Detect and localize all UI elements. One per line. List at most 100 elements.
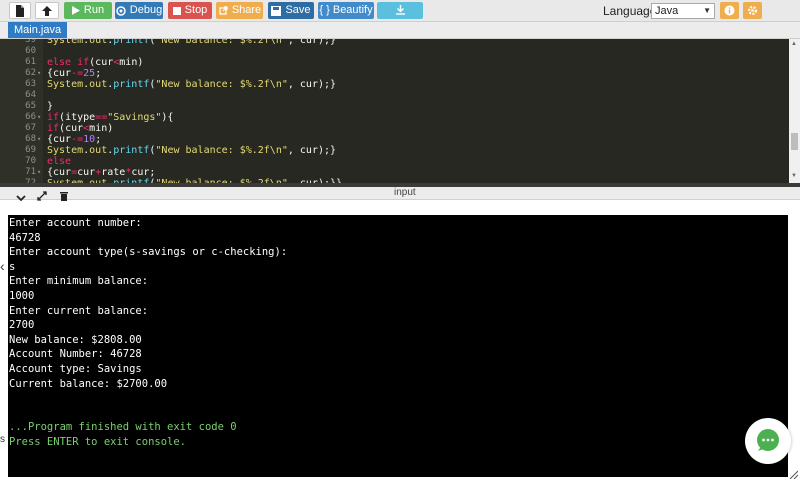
- resize-handle[interactable]: [788, 466, 799, 480]
- line-number: 67: [25, 123, 36, 133]
- output-header: input: [0, 187, 800, 202]
- tab-main-java[interactable]: Main.java: [8, 22, 68, 38]
- input-label: input: [394, 187, 416, 198]
- code-token: "Savings": [107, 112, 162, 123]
- line-number: 62: [25, 68, 36, 78]
- beautify-label: { } Beautify: [319, 4, 373, 16]
- code-text: else: [47, 156, 71, 167]
- console-line: New balance: $2808.00: [9, 333, 142, 346]
- gear-icon: [747, 5, 758, 16]
- language-label: Language: [603, 4, 657, 18]
- tab-label: Main.java: [14, 24, 62, 36]
- code-token: printf: [113, 39, 150, 46]
- chevron-down-icon: ▼: [703, 6, 711, 15]
- code-text: if(itype=="Savings"){: [47, 112, 173, 123]
- code-token: "New balance: $%.2f\n": [155, 39, 288, 46]
- code-line: 59 System.out.printf("New balance: $%.2f\…: [0, 39, 789, 46]
- code-token: else: [47, 156, 72, 167]
- code-token: if: [47, 123, 60, 134]
- code-token: printf: [113, 145, 150, 156]
- code-token: ;: [95, 68, 102, 79]
- chevron-left-icon[interactable]: ‹: [0, 259, 5, 273]
- collapse-icon[interactable]: [16, 189, 26, 207]
- fold-arrow-icon[interactable]: ▾: [37, 112, 41, 123]
- code-token: out: [89, 39, 108, 46]
- code-token: cur;: [131, 167, 156, 178]
- line-number: 70: [25, 156, 36, 166]
- share-icon: [219, 5, 228, 15]
- fold-arrow-icon[interactable]: ▾: [37, 134, 41, 145]
- code-token: }: [47, 101, 54, 112]
- scroll-up-icon[interactable]: ▲: [791, 41, 797, 47]
- console-line: Account type: Savings: [9, 363, 142, 375]
- code-token: out: [89, 145, 108, 156]
- code-text: System.out.printf("New balance: $%.2f\n"…: [47, 39, 336, 46]
- chat-widget-button[interactable]: [745, 418, 791, 464]
- toolbar: Run Debug Stop Share Save { } Beautify L…: [0, 0, 800, 22]
- code-line: 61 else if(cur<min): [0, 57, 789, 68]
- language-value: Java: [655, 5, 679, 17]
- code-line: 71 ▾ {cur=cur+rate*cur;: [0, 167, 789, 178]
- code-token: else if: [47, 57, 90, 68]
- code-token: 10: [83, 134, 96, 145]
- upload-button[interactable]: [35, 2, 59, 19]
- output-console[interactable]: Enter account number: 46728 Enter account …: [8, 215, 788, 477]
- code-line: 66 ▾ if(itype=="Savings"){: [0, 112, 789, 123]
- code-token: {cur: [47, 134, 72, 145]
- clear-console-icon[interactable]: [59, 188, 69, 206]
- code-line: 70 else: [0, 156, 789, 167]
- save-icon: [271, 5, 282, 16]
- code-token: System: [47, 145, 84, 156]
- fold-arrow-icon[interactable]: ▾: [37, 68, 41, 79]
- line-number: 66: [25, 112, 36, 122]
- code-token: min): [119, 57, 144, 68]
- code-text: {cur-=25;: [47, 68, 101, 79]
- expand-icon[interactable]: [37, 188, 47, 206]
- code-token: ){: [161, 112, 174, 123]
- download-button[interactable]: [377, 2, 423, 19]
- console-line: Enter account type(s-savings or c-checki…: [9, 246, 288, 259]
- settings-button[interactable]: [743, 2, 762, 19]
- scroll-down-icon[interactable]: ▼: [791, 173, 797, 179]
- code-token: , cur);}: [287, 145, 337, 156]
- side-strip: ‹ s: [0, 215, 8, 477]
- code-text: System.out.printf("New balance: $%.2f\n"…: [47, 145, 336, 156]
- editor-scrollbar[interactable]: ▲ ▼: [789, 39, 800, 183]
- console-line: s: [9, 260, 16, 273]
- console-line: Account Number: 46728: [9, 348, 142, 361]
- line-number: 59: [25, 39, 36, 45]
- console-line: ...Program finished with exit code 0: [9, 421, 237, 434]
- editor-scrollbar-thumb[interactable]: [791, 133, 798, 150]
- code-token: {cur: [47, 167, 72, 178]
- code-token: rate: [101, 167, 126, 178]
- line-number: 61: [25, 57, 36, 67]
- beautify-button[interactable]: { } Beautify: [318, 2, 374, 19]
- code-token: if: [47, 112, 60, 123]
- code-editor[interactable]: 59 System.out.printf("New balance: $%.2f\…: [0, 39, 789, 183]
- console-line: 2700: [9, 319, 35, 332]
- code-line: 67 if(cur<min): [0, 123, 789, 134]
- code-text: {cur-=10;: [47, 134, 101, 145]
- new-file-button[interactable]: [9, 2, 31, 19]
- file-icon: [16, 4, 24, 17]
- code-token: out: [89, 79, 108, 90]
- fold-arrow-icon[interactable]: ▾: [37, 167, 41, 178]
- debug-label: Debug: [129, 4, 163, 16]
- run-button[interactable]: Run: [64, 2, 112, 19]
- debug-button[interactable]: Debug: [115, 2, 163, 19]
- info-button[interactable]: [720, 2, 739, 19]
- console-line: Enter account number:: [9, 217, 142, 229]
- code-token: -=: [71, 68, 84, 79]
- console-line: Press ENTER to exit console.: [9, 436, 187, 448]
- code-token: cur: [77, 167, 96, 178]
- code-token: (cur: [59, 123, 84, 134]
- code-text: System.out.printf("New balance: $%.2f\n"…: [47, 79, 336, 90]
- code-line: 60: [0, 46, 789, 57]
- code-token: -=: [71, 134, 84, 145]
- share-button[interactable]: Share: [216, 2, 263, 19]
- stop-button[interactable]: Stop: [168, 2, 212, 19]
- code-token: System: [47, 79, 84, 90]
- save-button[interactable]: Save: [268, 2, 314, 19]
- language-select[interactable]: Java ▼: [651, 3, 715, 19]
- line-number: 63: [25, 79, 36, 89]
